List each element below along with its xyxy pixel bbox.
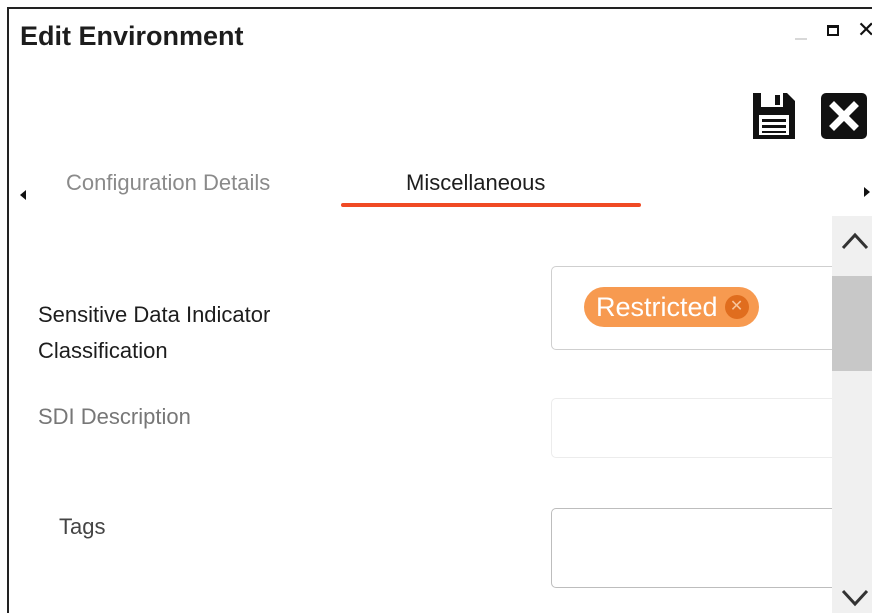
restricted-chip: Restricted ✕ (584, 287, 759, 327)
tab-scroll-left-icon[interactable] (20, 190, 26, 200)
chip-label: Restricted (596, 291, 718, 322)
vertical-scrollbar[interactable] (832, 216, 872, 613)
edit-environment-dialog: Edit Environment ✕ Configuration Details… (7, 7, 872, 613)
tab-miscellaneous[interactable]: Miscellaneous (406, 169, 545, 197)
tab-configuration-details[interactable]: Configuration Details (66, 169, 270, 197)
sdi-classification-field[interactable]: Restricted ✕ (551, 266, 871, 350)
close-icon[interactable] (819, 91, 869, 141)
dialog-title: Edit Environment (20, 21, 244, 51)
chip-remove-icon[interactable]: ✕ (724, 295, 749, 319)
window-close-icon[interactable]: ✕ (857, 19, 872, 41)
tab-scroll-right-icon[interactable] (864, 187, 870, 197)
tags-field[interactable] (551, 508, 871, 588)
sdi-description-field[interactable] (551, 398, 871, 458)
save-icon[interactable] (747, 91, 799, 141)
scrollbar-thumb[interactable] (832, 276, 872, 371)
tags-label: Tags (59, 514, 106, 539)
active-tab-indicator (341, 203, 641, 207)
chevron-up-icon[interactable] (840, 230, 870, 252)
minimize-icon[interactable] (795, 38, 807, 40)
sdi-classification-label: Sensitive Data Indicator Classification (38, 302, 271, 363)
chevron-down-icon[interactable] (840, 587, 870, 609)
maximize-icon[interactable] (827, 25, 839, 36)
sdi-description-label: SDI Description (38, 404, 191, 429)
